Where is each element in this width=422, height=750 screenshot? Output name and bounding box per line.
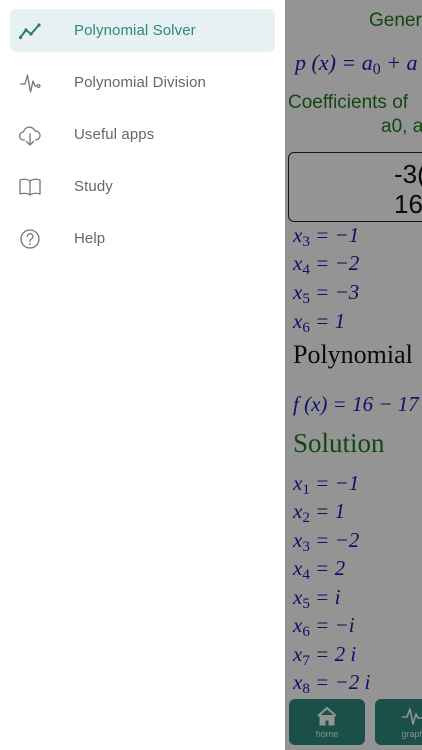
navigation-drawer: Polynomial Solver Polynomial Division Us… bbox=[0, 0, 285, 750]
coefficients-label: Coefficients of bbox=[288, 92, 409, 113]
menu-item-label: Useful apps bbox=[74, 126, 155, 143]
open-book-icon bbox=[19, 178, 41, 196]
solution-root: x6 = −i bbox=[293, 613, 355, 640]
tab-label: home bbox=[315, 729, 339, 739]
trend-chart-icon bbox=[18, 23, 41, 40]
solution-heading: Solution bbox=[293, 428, 385, 458]
menu-item-label: Help bbox=[74, 230, 106, 247]
bottom-tab-bar: home graph bbox=[289, 699, 422, 745]
tab-home[interactable]: home bbox=[289, 699, 365, 745]
solution-root: x5 = i bbox=[293, 585, 341, 612]
solution-root: x1 = −1 bbox=[293, 471, 360, 498]
coefficients-sublabel: a0, a bbox=[381, 116, 422, 137]
cloud-download-icon bbox=[18, 126, 41, 146]
menu-item-polynomial-solver[interactable]: Polynomial Solver bbox=[10, 9, 275, 52]
tab-graph[interactable]: graph bbox=[375, 699, 422, 745]
pulse-wave-icon bbox=[402, 708, 422, 725]
root-line: x5 = −3 bbox=[293, 280, 360, 307]
coefficients-input-line: -3( bbox=[394, 159, 422, 189]
menu-item-label: Polynomial Solver bbox=[74, 22, 196, 39]
solution-root: x3 = −2 bbox=[293, 528, 360, 555]
polynomial-definition: p (x) = a0 + a bbox=[295, 50, 418, 78]
coefficients-input-line: 16, bbox=[394, 189, 422, 219]
root-line: x6 = 1 bbox=[293, 309, 346, 336]
menu-item-useful-apps[interactable]: Useful apps bbox=[10, 113, 275, 156]
polynomial-expression: f (x) = 16 − 17 bbox=[293, 392, 419, 416]
menu-item-study[interactable]: Study bbox=[10, 165, 275, 208]
main-content: Gener p (x) = a0 + a Coefficients of a0,… bbox=[285, 0, 422, 750]
solution-root: x4 = 2 bbox=[293, 556, 346, 583]
help-circle-icon bbox=[20, 229, 40, 249]
coefficients-input[interactable]: -3( 16, bbox=[288, 152, 422, 222]
menu-item-polynomial-division[interactable]: Polynomial Division bbox=[10, 61, 275, 104]
home-icon bbox=[317, 707, 337, 726]
menu-item-label: Polynomial Division bbox=[74, 74, 206, 91]
menu-item-label: Study bbox=[74, 178, 113, 195]
root-line: x4 = −2 bbox=[293, 251, 360, 278]
solution-root: x8 = −2 i bbox=[293, 670, 371, 697]
pulse-wave-icon bbox=[20, 74, 41, 93]
polynomial-heading: Polynomial bbox=[293, 340, 413, 369]
solution-root: x7 = 2 i bbox=[293, 642, 357, 669]
solution-root: x2 = 1 bbox=[293, 499, 346, 526]
general-title: Gener bbox=[369, 10, 422, 31]
tab-label: graph bbox=[401, 729, 422, 739]
root-line: x3 = −1 bbox=[293, 223, 360, 250]
menu-item-help[interactable]: Help bbox=[10, 217, 275, 260]
